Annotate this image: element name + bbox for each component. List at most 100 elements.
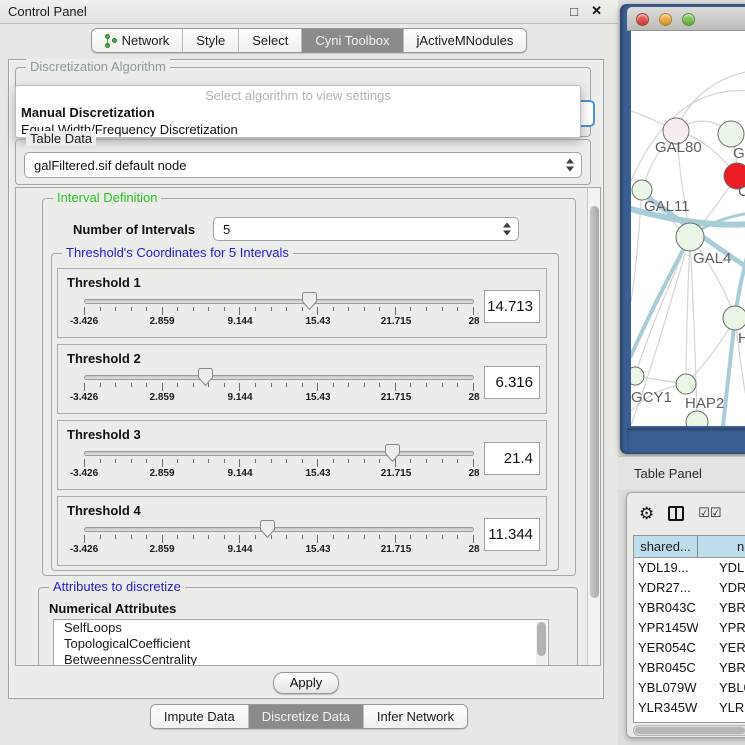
cell-name: YPR1 [698,618,745,638]
dropdown-item-placeholder[interactable]: Select algorithm to view settings [16,87,580,104]
threshold-4-value-field[interactable]: 11.344 [484,518,540,551]
network-node[interactable] [723,306,745,330]
mac-zoom-button[interactable] [682,13,695,26]
threshold-3-value-field[interactable]: 21.4 [484,442,540,475]
tick-label: -3.426 [70,468,98,479]
numerical-attributes-list[interactable]: SelfLoopsTopologicalCoefficientBetweenne… [53,619,549,666]
cell-name: YIL0 [698,718,745,723]
slider-thumb[interactable] [260,520,275,538]
table-horizontal-scrollbar[interactable] [633,725,745,736]
dropdown-item-manual-discretization[interactable]: Manual Discretization [16,104,580,121]
attribute-list-item[interactable]: SelfLoops [54,620,548,636]
number-of-intervals-combobox[interactable]: 5 [213,217,519,241]
tick-label: 9.144 [227,392,252,403]
table-row[interactable]: YDL19...YDL1 [634,558,745,578]
thresholds-group: Threshold's Coordinates for 5 Intervals … [51,253,559,571]
threshold-3-slider[interactable]: -3.4262.8599.14415.4321.71528 [84,451,474,487]
settings-scrollbar[interactable] [587,188,600,665]
algorithm-dropdown-popup: Select algorithm to view settings Manual… [15,85,581,138]
attribute-list-item[interactable]: BetweennessCentrality [54,652,548,666]
table-row[interactable]: YER054CYERO [634,638,745,658]
tab-impute-data[interactable]: Impute Data [151,705,249,728]
table-row[interactable]: YDR27...YDR2 [634,578,745,598]
threshold-1-panel: Threshold 1 -3.4262.8599.14415.4321.7152… [57,268,547,338]
control-panel-title: Control Panel [8,4,87,19]
tick-label: -3.426 [70,544,98,555]
tick-label: 21.715 [381,316,412,327]
table-row[interactable]: YBR045CYBRO [634,658,745,678]
network-window-bottom-frame [627,428,745,454]
table-row[interactable]: YBL079WYBL0 [634,678,745,698]
node-table[interactable]: shared... n YDL19...YDL1YDR27...YDR2YBR0… [633,535,745,723]
table-row[interactable]: YBR043CYBRO [634,598,745,618]
tick-label: 9.144 [227,468,252,479]
cell-name: YBL0 [698,678,745,698]
dropdown-item-equal-width-frequency[interactable]: Equal Width/Frequency Discretization [16,121,580,138]
table-row[interactable]: YLR345WYLR3 [634,698,745,718]
network-node[interactable] [632,180,652,200]
threshold-1-slider[interactable]: -3.4262.8599.14415.4321.71528 [84,299,474,335]
attribute-list-item[interactable]: TopologicalCoefficient [54,636,548,652]
float-window-icon[interactable]: □ [570,4,578,19]
network-node[interactable] [631,367,644,385]
control-panel-tab-bar: Network Style Select Cyni Toolbox jActiv… [0,28,618,53]
close-icon[interactable]: ✕ [591,3,602,19]
table-row[interactable]: YIL052CYIL0 [634,718,745,723]
tab-discretize-data[interactable]: Discretize Data [249,705,364,728]
checkbox-icons[interactable]: ☑☑ [698,505,721,521]
tab-network[interactable]: Network [92,29,184,52]
cell-name: YDR2 [698,578,745,598]
tick-label: 21.715 [381,544,412,555]
tick-label: 21.715 [381,468,412,479]
mac-close-button[interactable] [636,13,649,26]
slider-thumb[interactable] [302,292,317,310]
network-node[interactable] [686,411,708,426]
threshold-4-slider[interactable]: -3.4262.8599.14415.4321.71528 [84,527,474,563]
slider-thumb[interactable] [198,368,213,386]
columns-icon[interactable] [668,506,684,521]
node-label: GAL80 [655,139,702,156]
column-header-name[interactable]: n [698,536,745,557]
tab-style[interactable]: Style [183,29,239,52]
column-header-shared-name[interactable]: shared... [634,536,698,557]
network-node[interactable] [718,121,744,147]
cyni-toolbox-panel: Discretization Algorithm Select algorith… [8,59,604,699]
threshold-2-slider[interactable]: -3.4262.8599.14415.4321.71528 [84,375,474,411]
table-data-combobox[interactable]: galFiltered.sif default node [24,152,582,178]
mac-minimize-button[interactable] [659,13,672,26]
threshold-4-panel: Threshold 4 -3.4262.8599.14415.4321.7152… [57,496,547,566]
settings-scrollpane: Interval Definition Number of Intervals … [15,187,601,666]
tick-label: 2.859 [149,316,174,327]
apply-button[interactable]: Apply [273,672,339,694]
table-row[interactable]: YPR145WYPR1 [634,618,745,638]
list-scrollbar[interactable] [536,621,547,666]
cell-name: YDL1 [698,558,745,578]
node-label: GCY1 [631,389,672,406]
tick-label: -3.426 [70,392,98,403]
gear-icon[interactable]: ⚙ [639,505,654,522]
tab-infer-network[interactable]: Infer Network [364,705,467,728]
tick-label: 28 [468,392,479,403]
network-view-window: GAL80GCGAL11GAL4GCY1HHAP2 [620,4,745,454]
cell-shared-name: YDL19... [634,558,698,578]
tick-label: 15.43 [305,316,330,327]
node-label: G [733,145,745,162]
tab-cyni-toolbox[interactable]: Cyni Toolbox [302,29,403,52]
network-node[interactable] [676,223,704,251]
cell-shared-name: YBR043C [634,598,698,618]
table-toolbar: ⚙ ☑☑ [627,493,745,533]
threshold-2-value-field[interactable]: 6.316 [484,366,540,399]
table-header-row: shared... n [634,536,745,558]
tab-select[interactable]: Select [239,29,302,52]
threshold-1-value-field[interactable]: 14.713 [484,290,540,323]
network-icon [105,34,117,48]
slider-thumb[interactable] [385,444,400,462]
network-canvas[interactable]: GAL80GCGAL11GAL4GCY1HHAP2 [631,31,745,426]
cell-shared-name: YER054C [634,638,698,658]
number-of-intervals-label: Number of Intervals [73,222,195,237]
threshold-1-label: Threshold 1 [67,275,141,290]
tick-label: 9.144 [227,316,252,327]
tab-jactivemnodules[interactable]: jActiveMNodules [404,29,527,52]
network-node[interactable] [676,374,696,394]
screenshot-root: Control Panel □ ✕ Network Style Select C… [0,0,745,745]
